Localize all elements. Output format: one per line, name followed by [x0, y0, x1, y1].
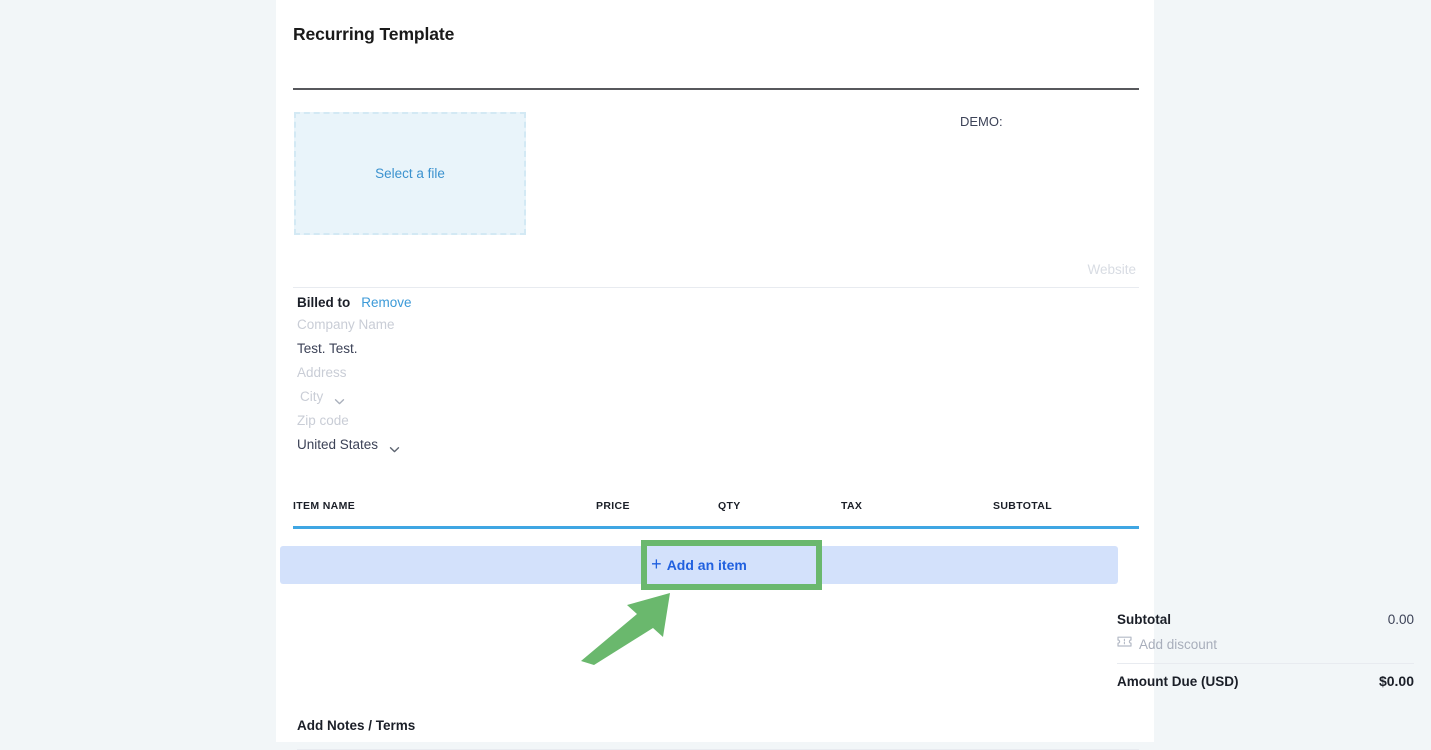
title-divider	[293, 88, 1139, 90]
contact-name-input[interactable]: Test. Test.	[297, 337, 717, 361]
zip-code-input[interactable]: Zip code	[297, 409, 717, 433]
column-header-price: PRICE	[596, 500, 630, 512]
address-input[interactable]: Address	[297, 361, 717, 385]
add-discount-label: Add discount	[1139, 636, 1218, 652]
column-header-qty: QTY	[718, 500, 741, 512]
add-item-row[interactable]: + Add an item	[280, 546, 1118, 584]
subtotal-label: Subtotal	[1117, 611, 1171, 627]
company-name-input[interactable]: Company Name	[297, 313, 717, 337]
city-select[interactable]: City	[297, 385, 717, 409]
amount-due-value: $0.00	[1378, 673, 1414, 689]
items-table: ITEM NAME PRICE QTY TAX SUBTOTAL	[293, 500, 1139, 529]
demo-label: DEMO:	[960, 114, 1003, 129]
city-select-value: City	[300, 389, 324, 404]
add-discount-button[interactable]: Add discount	[1117, 632, 1414, 656]
totals-panel: Subtotal 0.00 Add discount Amount Due (U…	[1117, 608, 1414, 698]
notes-section[interactable]: Add Notes / Terms	[297, 718, 1139, 750]
ticket-icon	[1117, 635, 1132, 653]
country-select[interactable]: United States	[297, 433, 717, 457]
column-header-tax: TAX	[841, 500, 863, 512]
add-an-item-label: Add an item	[666, 557, 747, 573]
items-header-divider	[293, 526, 1139, 529]
invoice-card: Recurring Template Select a file DEMO: W…	[276, 0, 1414, 750]
billed-to-section: Billed to Remove Company Name Test. Test…	[297, 295, 717, 457]
column-header-item-name: ITEM NAME	[293, 500, 356, 512]
amount-due-row: Amount Due (USD) $0.00	[1117, 664, 1414, 698]
chevron-down-icon	[388, 440, 401, 453]
logo-upload-dropzone[interactable]: Select a file	[294, 112, 526, 235]
subtotal-value: 0.00	[1387, 611, 1414, 627]
amount-due-label: Amount Due (USD)	[1117, 673, 1239, 689]
chevron-down-icon	[333, 392, 346, 405]
items-table-header: ITEM NAME PRICE QTY TAX SUBTOTAL	[293, 500, 1139, 529]
billed-to-heading: Billed to	[297, 295, 351, 310]
billed-to-heading-row: Billed to Remove	[297, 295, 717, 313]
subtotal-row: Subtotal 0.00	[1117, 608, 1414, 630]
add-notes-terms-label: Add Notes / Terms	[297, 718, 416, 733]
column-header-subtotal: SUBTOTAL	[993, 500, 1052, 512]
add-an-item-button[interactable]: + Add an item	[651, 554, 747, 574]
billed-to-remove-link[interactable]: Remove	[361, 295, 411, 310]
select-file-label: Select a file	[375, 166, 445, 181]
website-input[interactable]: Website	[1087, 262, 1136, 277]
plus-icon: +	[651, 554, 662, 574]
country-select-value: United States	[297, 437, 379, 452]
page-title: Recurring Template	[293, 24, 455, 44]
header-divider	[293, 287, 1139, 288]
